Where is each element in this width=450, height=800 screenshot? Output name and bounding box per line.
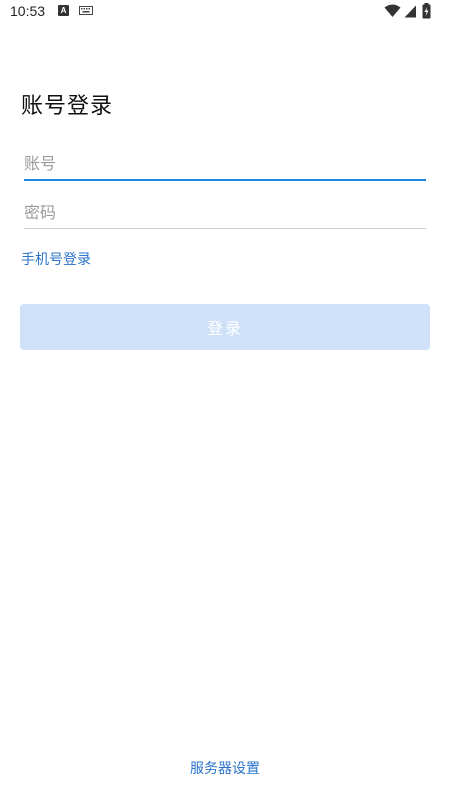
status-time: 10:53	[10, 3, 46, 19]
page-title: 账号登录	[21, 94, 114, 119]
status-icons-right	[384, 3, 444, 21]
account-input[interactable]	[24, 148, 426, 178]
account-field-wrapper	[24, 148, 426, 178]
notification-a-icon: A	[58, 5, 69, 16]
login-button[interactable]: 登录	[20, 304, 430, 350]
phone-login-link[interactable]: 手机号登录	[21, 249, 91, 269]
password-field-wrapper	[24, 197, 426, 227]
password-underline	[24, 228, 426, 229]
status-bar: 10:53 A	[0, 0, 450, 24]
server-settings-link[interactable]: 服务器设置	[190, 761, 260, 777]
keyboard-icon	[79, 6, 93, 15]
password-input[interactable]	[24, 197, 426, 227]
wifi-icon	[384, 4, 401, 17]
account-underline	[24, 179, 426, 181]
battery-icon	[422, 3, 431, 19]
signal-icon	[404, 5, 416, 18]
server-settings-container: 服务器设置	[0, 758, 450, 778]
